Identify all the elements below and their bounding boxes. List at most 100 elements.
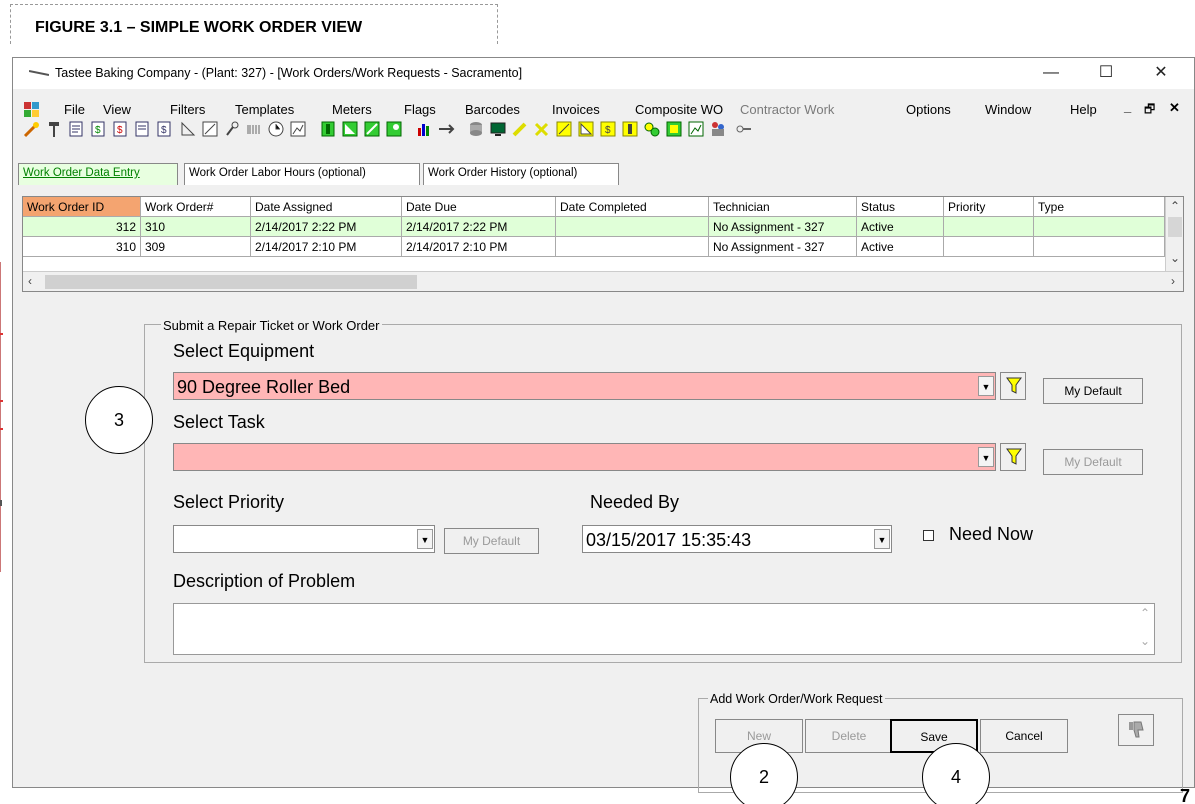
menu-file[interactable]: File [64, 102, 85, 117]
close-button[interactable]: ✕ [1141, 62, 1181, 84]
graph-icon[interactable] [289, 120, 307, 138]
scroll-thumb[interactable] [45, 275, 417, 289]
green-key-icon[interactable] [385, 120, 403, 138]
menu-composite-wo[interactable]: Composite WO [635, 102, 723, 117]
cancel-button[interactable]: Cancel [980, 719, 1068, 753]
description-textarea[interactable]: ⌃ ⌄ [173, 603, 1155, 655]
priority-select[interactable]: ▼ [173, 525, 435, 553]
invoice-icon[interactable]: $ [89, 120, 107, 138]
hammer-icon[interactable] [45, 120, 63, 138]
column-header-technician[interactable]: Technician [709, 197, 857, 217]
scroll-down-icon[interactable]: ⌄ [1170, 251, 1180, 265]
document-icon[interactable] [67, 120, 85, 138]
clock-icon[interactable] [267, 120, 285, 138]
key-icon[interactable] [735, 120, 753, 138]
invoice-icon[interactable]: $ [111, 120, 129, 138]
chevron-down-icon[interactable]: ▼ [978, 447, 994, 467]
split-icon[interactable] [437, 120, 455, 138]
funnel-icon [1006, 377, 1022, 394]
menu-view[interactable]: View [103, 102, 131, 117]
page-number: 7 [1180, 786, 1191, 804]
task-select[interactable]: ▼ [173, 443, 996, 471]
equipment-my-default-button[interactable]: My Default [1043, 378, 1143, 404]
chevron-down-icon[interactable]: ▼ [874, 529, 890, 549]
column-header-date-assigned[interactable]: Date Assigned [251, 197, 402, 217]
yellow-hammer-icon[interactable] [621, 120, 639, 138]
column-header-date-completed[interactable]: Date Completed [556, 197, 709, 217]
menu-templates[interactable]: Templates [235, 102, 294, 117]
green-chart-icon[interactable] [363, 120, 381, 138]
delete-button[interactable]: Delete [805, 719, 893, 753]
yellow-tools-icon[interactable] [533, 120, 551, 138]
tab-work-order-history[interactable]: Work Order History (optional) [423, 163, 619, 185]
thumbs-down-button[interactable] [1118, 714, 1154, 746]
green-ruler-icon[interactable] [341, 120, 359, 138]
yellow-wrench-icon[interactable] [511, 120, 529, 138]
yellow-ruler-icon[interactable] [577, 120, 595, 138]
ruler-icon[interactable] [179, 120, 197, 138]
scroll-thumb[interactable] [1168, 217, 1182, 237]
column-header-work-order-number[interactable]: Work Order# [141, 197, 251, 217]
menu-options[interactable]: Options [906, 102, 951, 117]
wrench-icon[interactable] [23, 120, 41, 138]
equipment-label: Select Equipment [173, 341, 315, 361]
mdi-app-icon[interactable] [24, 102, 40, 118]
menu-barcodes[interactable]: Barcodes [465, 102, 520, 117]
column-header-status[interactable]: Status [857, 197, 944, 217]
tab-work-order-data-entry[interactable]: Work Order Data Entry [18, 163, 178, 185]
priority-my-default-button[interactable]: My Default [444, 528, 539, 554]
minimize-button[interactable]: — [1031, 62, 1071, 84]
chart-icon[interactable] [201, 120, 219, 138]
menu-help[interactable]: Help [1070, 102, 1097, 117]
cell-date-completed [556, 237, 709, 257]
equipment-select[interactable]: 90 Degree Roller Bed ▼ [173, 372, 996, 400]
database-icon[interactable] [467, 120, 485, 138]
cell-status: Active [857, 217, 944, 237]
mdi-close-button[interactable]: ✕ [1169, 100, 1180, 116]
bar-chart-icon[interactable] [415, 120, 433, 138]
description-scrollbar[interactable]: ⌃ ⌄ [1136, 604, 1154, 654]
task-filter-button[interactable] [1000, 443, 1026, 471]
tab-work-order-labor-hours[interactable]: Work Order Labor Hours (optional) [184, 163, 420, 185]
scroll-down-icon[interactable]: ⌄ [1140, 634, 1150, 648]
invoice-icon[interactable]: $ [155, 120, 173, 138]
callout-2: 2 [730, 743, 798, 804]
menu-meters[interactable]: Meters [332, 102, 372, 117]
chevron-down-icon[interactable]: ▼ [978, 376, 994, 396]
column-header-work-order-id[interactable]: Work Order ID [23, 197, 141, 217]
scroll-up-icon[interactable]: ⌃ [1170, 199, 1180, 213]
menu-invoices[interactable]: Invoices [552, 102, 600, 117]
grid-vertical-scrollbar[interactable]: ⌃ ⌄ [1165, 197, 1183, 273]
menu-bar: File View Filters Templates Meters Flags… [13, 91, 1194, 118]
yellow-invoice-icon[interactable]: $ [599, 120, 617, 138]
green-hammer-icon[interactable] [319, 120, 337, 138]
need-now-checkbox[interactable] [923, 530, 934, 541]
mdi-minimize-button[interactable]: _ [1124, 99, 1131, 114]
barcode-icon[interactable] [245, 120, 263, 138]
menu-contractor-work: Contractor Work [740, 102, 835, 117]
scroll-left-icon[interactable]: ‹ [28, 274, 32, 288]
menu-flags[interactable]: Flags [404, 102, 436, 117]
document-icon[interactable] [133, 120, 151, 138]
chevron-down-icon[interactable]: ▼ [417, 529, 433, 549]
maximize-button[interactable]: ☐ [1086, 62, 1126, 84]
graph-icon[interactable] [687, 120, 705, 138]
column-header-type[interactable]: Type [1034, 197, 1165, 217]
column-header-date-due[interactable]: Date Due [402, 197, 556, 217]
equipment-filter-button[interactable] [1000, 372, 1026, 400]
monitor-icon[interactable] [489, 120, 507, 138]
menu-filters[interactable]: Filters [170, 102, 205, 117]
people-icon[interactable] [709, 120, 727, 138]
key-icon[interactable] [223, 120, 241, 138]
yellow-chart-icon[interactable] [555, 120, 573, 138]
green-report-icon[interactable] [665, 120, 683, 138]
needed-by-datetime[interactable]: 03/15/2017 15:35:43 ▼ [582, 525, 892, 553]
gears-icon[interactable] [643, 120, 661, 138]
scroll-right-icon[interactable]: › [1171, 274, 1175, 288]
document-edge [0, 262, 1, 572]
scroll-up-icon[interactable]: ⌃ [1140, 606, 1150, 620]
column-header-priority[interactable]: Priority [944, 197, 1034, 217]
menu-window[interactable]: Window [985, 102, 1031, 117]
grid-horizontal-scrollbar[interactable]: ‹ › [23, 271, 1183, 291]
task-my-default-button[interactable]: My Default [1043, 449, 1143, 475]
